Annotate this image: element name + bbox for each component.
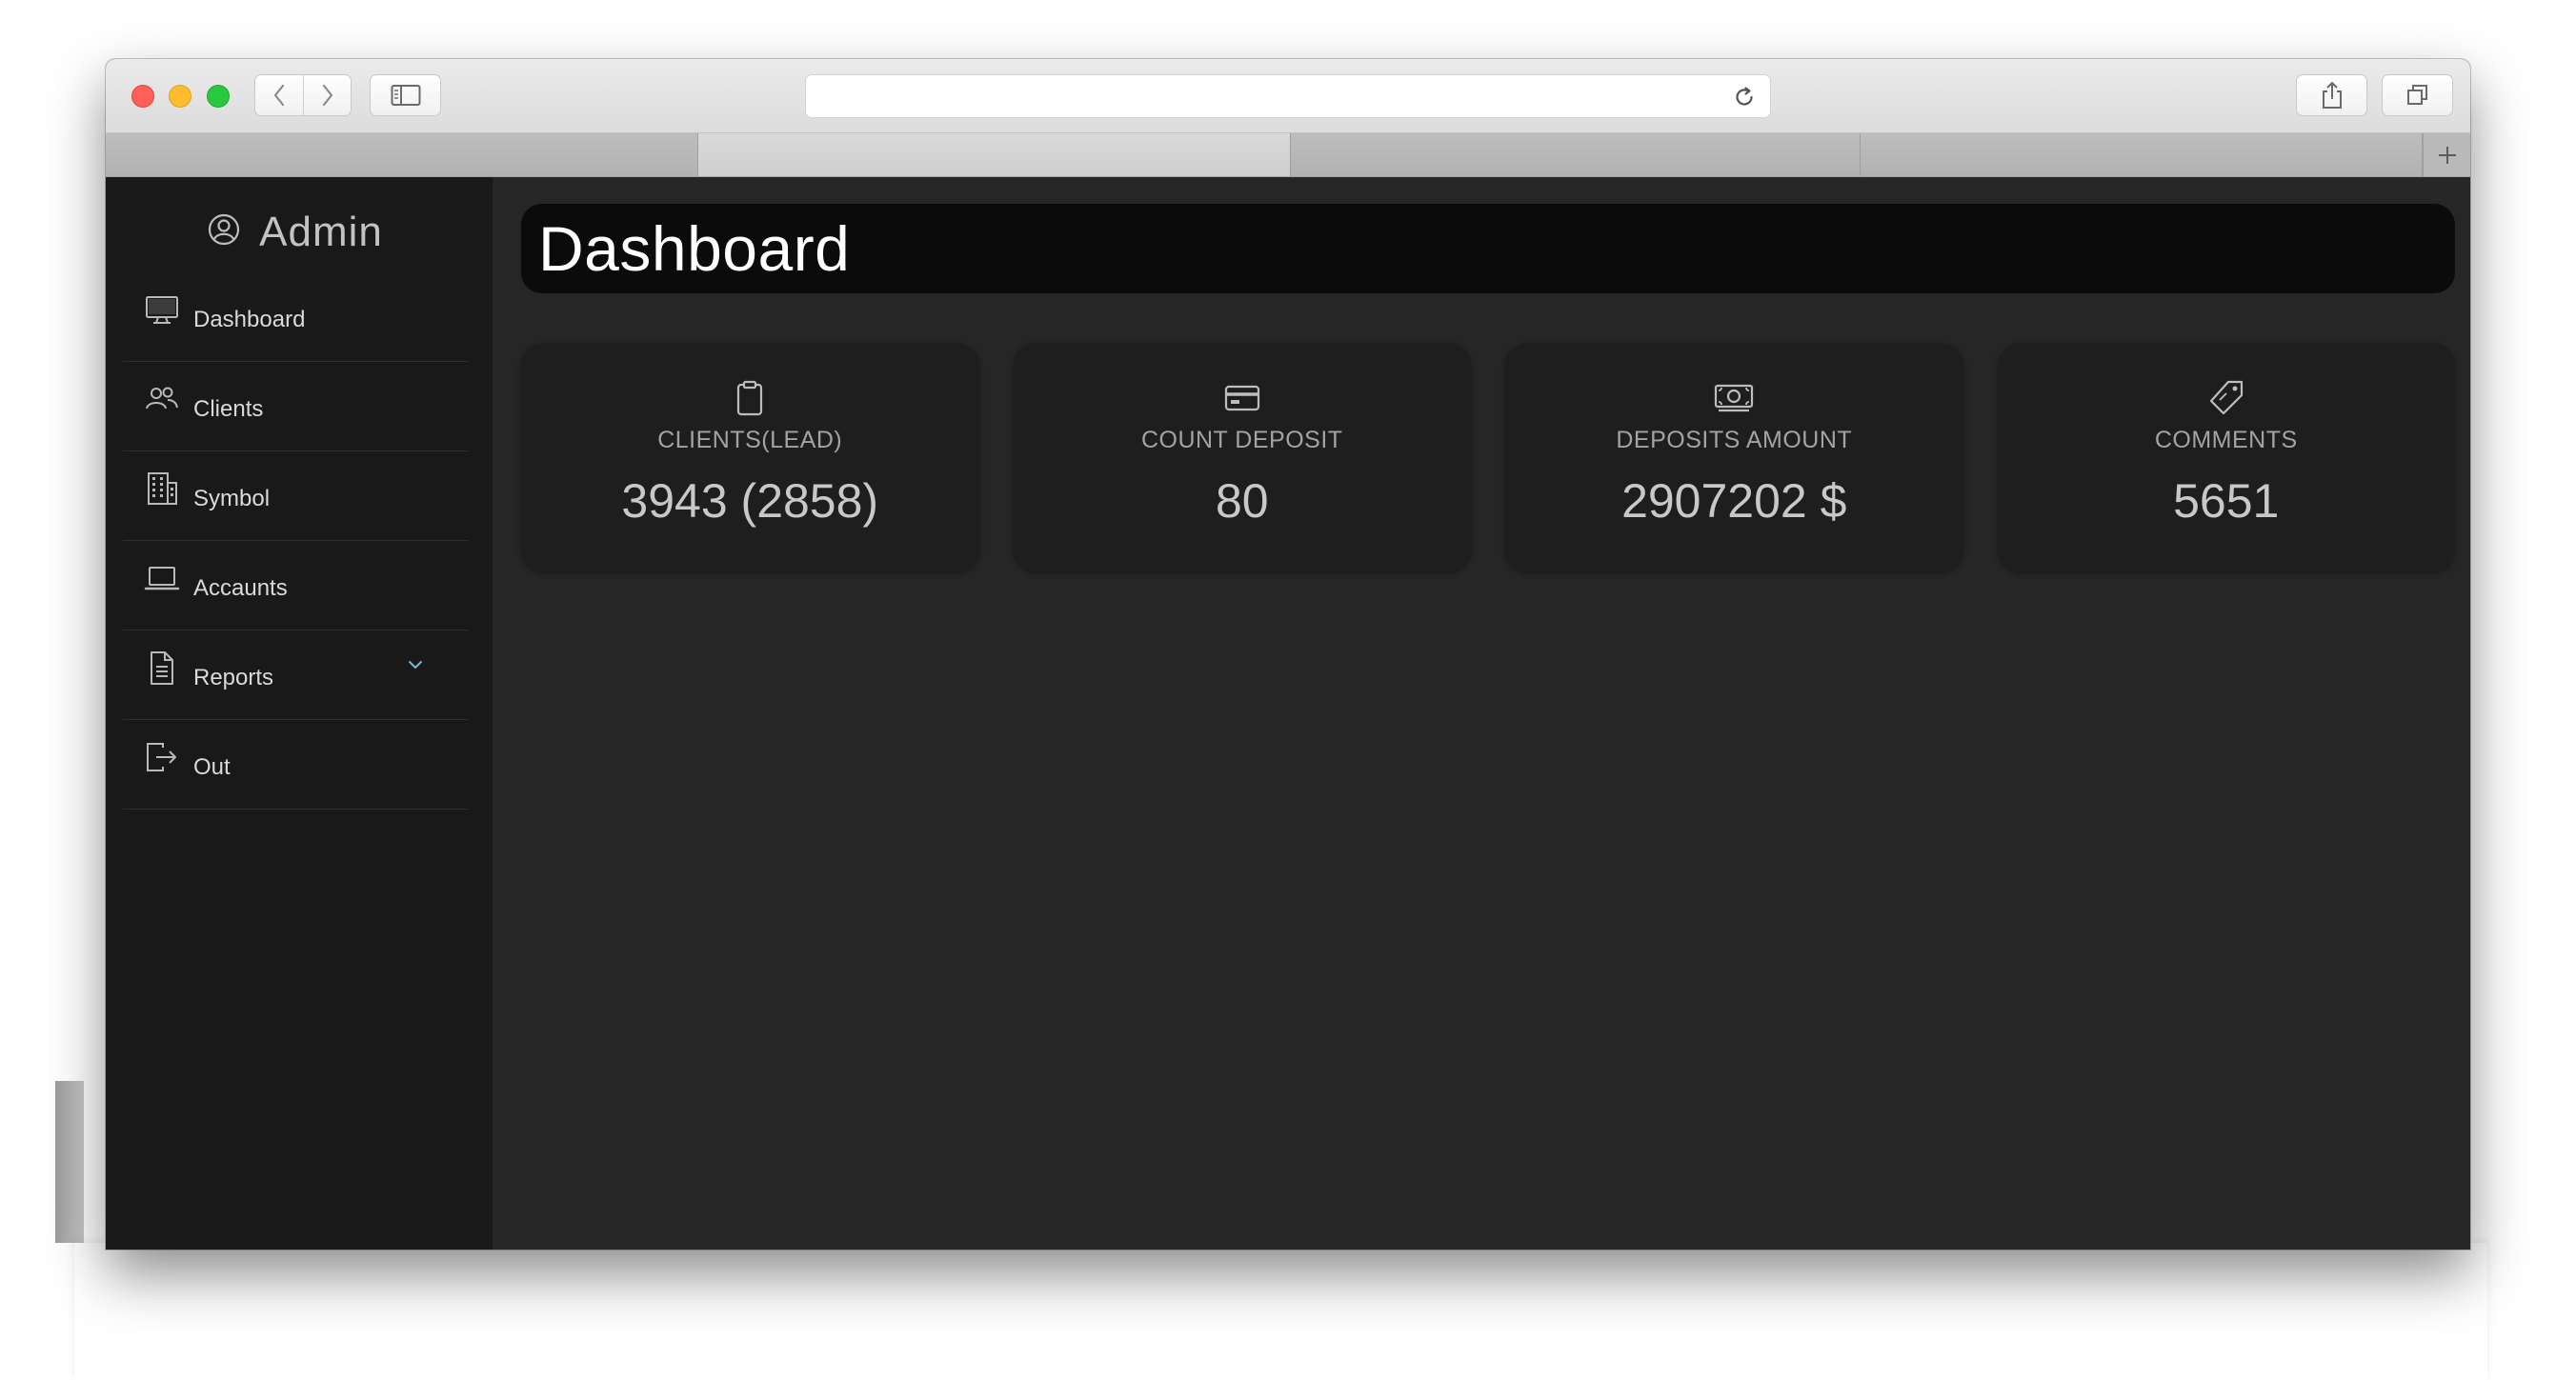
page-title: Dashboard [538, 213, 851, 284]
background-page-bottom [74, 1243, 2487, 1380]
plus-icon [2438, 146, 2456, 164]
sidebar-item-out[interactable]: Out [123, 720, 468, 810]
address-bar[interactable] [805, 74, 1771, 118]
stat-label: CLIENTS(LEAD) [657, 427, 843, 453]
sidebar-item-symbol[interactable]: Symbol [123, 451, 468, 541]
chevron-down-icon[interactable] [407, 659, 424, 670]
sidebar-item-dashboard[interactable]: Dashboard [123, 272, 468, 362]
browser-toolbar [106, 59, 2470, 133]
main-content: Dashboard CLIENTS(LEAD) 3943 (2858) COUN… [493, 177, 2470, 1250]
stat-card-comments: COMMENTS 5651 [1997, 343, 2455, 571]
back-button[interactable] [255, 75, 303, 115]
sidebar-item-label: Symbol [193, 485, 271, 511]
browser-window: Admin Dashboard Clients Symbol Accaunts … [106, 59, 2470, 1250]
user-circle-icon [209, 213, 240, 246]
sidebar-item-accaunts[interactable]: Accaunts [123, 541, 468, 630]
sidebar: Admin Dashboard Clients Symbol Accaunts … [106, 177, 493, 1250]
credit-card-icon [1224, 377, 1260, 419]
sidebar-brand: Admin [123, 204, 468, 261]
forward-button[interactable] [303, 75, 351, 115]
chevron-right-icon [322, 84, 332, 107]
sidebar-item-label: Out [193, 753, 231, 780]
users-icon [146, 387, 178, 409]
stat-card-deposits-amount: DEPOSITS AMOUNT 2907202 $ [1505, 343, 1963, 571]
browser-tab[interactable] [1861, 133, 2423, 176]
background-page-edge [55, 1081, 84, 1243]
sidebar-item-clients[interactable]: Clients [123, 362, 468, 451]
stats-cards: CLIENTS(LEAD) 3943 (2858) COUNT DEPOSIT … [521, 343, 2455, 571]
stat-label: DEPOSITS AMOUNT [1616, 427, 1853, 453]
new-tab-button[interactable] [2423, 133, 2470, 176]
browser-tab[interactable] [1291, 133, 1861, 176]
sidebar-toggle-button[interactable] [370, 74, 441, 116]
tabs-overview-icon [2406, 85, 2427, 105]
reload-icon[interactable] [1732, 85, 1757, 110]
document-icon [151, 650, 173, 685]
sidebar-icon [391, 85, 420, 106]
navigation-buttons [254, 74, 352, 116]
stat-value: 5651 [2173, 474, 2280, 528]
sidebar-item-label: Accaunts [193, 574, 288, 601]
brand-title: Admin [259, 209, 383, 255]
browser-tab[interactable] [106, 133, 698, 176]
stat-card-clients: CLIENTS(LEAD) 3943 (2858) [521, 343, 979, 571]
tag-icon [2207, 377, 2245, 419]
sidebar-item-label: Dashboard [193, 306, 306, 332]
stat-value: 3943 (2858) [621, 474, 879, 528]
minimize-window-button[interactable] [169, 85, 191, 108]
sidebar-menu: Dashboard Clients Symbol Accaunts Report… [123, 272, 468, 810]
stat-value: 2907202 $ [1621, 474, 1847, 528]
stat-value: 80 [1215, 474, 1269, 528]
sidebar-item-reports[interactable]: Reports [123, 630, 468, 720]
clipboard-icon [735, 377, 764, 419]
stat-label: COMMENTS [2154, 427, 2298, 453]
cash-icon [1714, 377, 1754, 419]
chevron-left-icon [273, 84, 285, 107]
tab-bar [106, 133, 2470, 177]
logout-icon [147, 742, 176, 771]
monitor-icon [146, 295, 178, 324]
share-icon [2322, 82, 2342, 109]
screenshot-scene: Admin Dashboard Clients Symbol Accaunts … [0, 0, 2576, 1380]
share-button[interactable] [2296, 74, 2367, 116]
browser-tab-active[interactable] [698, 133, 1291, 176]
building-icon [148, 471, 177, 505]
sidebar-item-label: Clients [193, 395, 264, 422]
show-tabs-button[interactable] [2382, 74, 2453, 116]
admin-app: Admin Dashboard Clients Symbol Accaunts … [106, 177, 2470, 1250]
zoom-window-button[interactable] [207, 85, 230, 108]
close-window-button[interactable] [131, 85, 154, 108]
laptop-icon [144, 566, 180, 590]
page-header: Dashboard [521, 204, 2455, 293]
stat-card-count-deposit: COUNT DEPOSIT 80 [1013, 343, 1471, 571]
sidebar-item-label: Reports [193, 664, 274, 690]
stat-label: COUNT DEPOSIT [1140, 427, 1343, 453]
